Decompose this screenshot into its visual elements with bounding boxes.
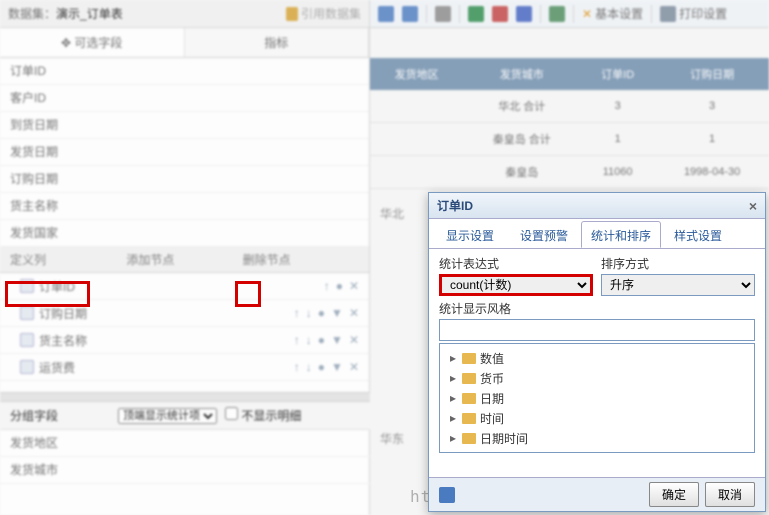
field-item[interactable]: 发货国家 <box>0 220 369 247</box>
close-icon[interactable]: × <box>749 198 757 214</box>
highlight-action-icon <box>235 281 261 307</box>
tree-node-datetime[interactable]: ▸日期时间 <box>444 428 750 448</box>
dialog-title-bar[interactable]: 订单ID × <box>429 193 765 219</box>
table-row: 华北 合计33 <box>370 90 769 123</box>
tree-node-time[interactable]: ▸时间 <box>444 408 750 428</box>
field-list: 订单ID 客户ID 到货日期 发货日期 订购日期 货主名称 发货国家 <box>0 58 369 247</box>
tab-indicator[interactable]: 指标 <box>185 28 370 57</box>
dataset-name: 演示_订单表 <box>56 0 123 28</box>
field-item[interactable]: 到货日期 <box>0 112 369 139</box>
remove-node-button[interactable]: 删除节点 <box>243 247 359 272</box>
print-settings-button[interactable]: 打印设置 <box>660 5 727 22</box>
dataset-label: 数据集： <box>8 0 56 28</box>
field-item[interactable]: 订单ID <box>0 58 369 85</box>
tree-item[interactable]: 运货费 ↑↓●▼✕ <box>0 354 369 381</box>
doc-icon <box>20 333 34 347</box>
export-icon[interactable] <box>549 6 565 22</box>
group-field-item[interactable]: 发货城市 <box>0 457 370 484</box>
custom-columns-header: 定义列 添加节点 删除节点 <box>0 247 369 273</box>
folder-icon <box>462 433 476 444</box>
group-display-select[interactable]: 顶端显示统计项 <box>118 408 217 424</box>
format-tree[interactable]: ▸数值 ▸货币 ▸日期 ▸时间 ▸日期时间 <box>439 343 755 453</box>
add-node-button[interactable]: 添加节点 <box>126 247 242 272</box>
tree-controls[interactable]: ↑↓●▼✕ <box>294 360 359 374</box>
field-item[interactable]: 货主名称 <box>0 193 369 220</box>
tab-display-settings[interactable]: 显示设置 <box>433 221 507 248</box>
style-label: 统计显示风格 <box>439 300 755 317</box>
folder-icon <box>462 393 476 404</box>
left-tabs: ✥ 可选字段 指标 <box>0 28 369 58</box>
tab-alert-settings[interactable]: 设置预警 <box>507 221 581 248</box>
field-item[interactable]: 客户ID <box>0 85 369 112</box>
folder-icon <box>462 373 476 384</box>
import-dataset-button[interactable]: 引用数据集 <box>286 0 361 28</box>
tab-stats-sort[interactable]: 统计和排序 <box>581 221 661 248</box>
field-item[interactable]: 订购日期 <box>0 166 369 193</box>
tree-node-date[interactable]: ▸日期 <box>444 388 750 408</box>
tab-optional-fields[interactable]: ✥ 可选字段 <box>0 28 185 57</box>
folder-icon <box>462 413 476 424</box>
folder-icon <box>462 353 476 364</box>
data-table: 发货地区 发货城市 订单ID 订购日期 华北 合计33 秦皇岛 合计11 秦皇岛… <box>370 58 769 189</box>
field-item[interactable]: 发货日期 <box>0 139 369 166</box>
ok-button[interactable]: 确定 <box>649 482 699 507</box>
tree-controls[interactable]: ↑↓●▼✕ <box>294 333 359 347</box>
dialog-footer: 确定 取消 <box>429 477 765 511</box>
basic-settings-button[interactable]: ✕基本设置 <box>582 5 643 22</box>
help-icon[interactable] <box>439 487 455 503</box>
hide-detail-checkbox[interactable]: 不显示明细 <box>225 407 301 424</box>
toolbar: ✕基本设置 打印设置 <box>370 0 769 28</box>
tree-item[interactable]: 货主名称 ↑↓●▼✕ <box>0 327 369 354</box>
table-row: 秦皇岛 合计11 <box>370 123 769 156</box>
print-icon[interactable] <box>435 6 451 22</box>
region-label: 华东 <box>380 430 404 447</box>
pdf-icon[interactable] <box>492 6 508 22</box>
tab-style-settings[interactable]: 样式设置 <box>661 221 735 248</box>
dataset-row: 数据集： 演示_订单表 引用数据集 <box>0 0 369 28</box>
cancel-button[interactable]: 取消 <box>705 482 755 507</box>
table-header[interactable]: 订单ID <box>580 58 655 90</box>
highlight-order-id <box>5 281 90 307</box>
tree-controls[interactable]: ↑↓●▼✕ <box>294 306 359 320</box>
save-icon[interactable] <box>378 6 394 22</box>
tree-node-currency[interactable]: ▸货币 <box>444 368 750 388</box>
table-row: 秦皇岛110601998-04-30 <box>370 156 769 189</box>
word-icon[interactable] <box>516 6 532 22</box>
stat-expression-select[interactable]: count(计数) <box>439 274 593 296</box>
database-icon <box>286 7 298 21</box>
dialog-title: 订单ID <box>437 197 473 214</box>
group-field-item[interactable]: 发货地区 <box>0 430 370 457</box>
column-settings-dialog: 订单ID × 显示设置 设置预警 统计和排序 样式设置 统计表达式 count(… <box>428 192 766 512</box>
sort-order-select[interactable]: 升序 <box>601 274 755 296</box>
table-header[interactable]: 发货城市 <box>463 58 580 90</box>
doc-icon <box>20 306 34 320</box>
doc-icon <box>20 360 34 374</box>
tree-node-number[interactable]: ▸数值 <box>444 348 750 368</box>
dialog-tabs: 显示设置 设置预警 统计和排序 样式设置 <box>429 219 765 249</box>
table-header[interactable]: 发货地区 <box>370 58 463 90</box>
save-as-icon[interactable] <box>402 6 418 22</box>
tree-controls[interactable]: ↑●✕ <box>324 279 359 293</box>
region-label: 华北 <box>380 205 404 222</box>
display-style-input[interactable] <box>439 319 755 341</box>
sort-label: 排序方式 <box>601 255 755 272</box>
expr-label: 统计表达式 <box>439 255 593 272</box>
excel-icon[interactable] <box>468 6 484 22</box>
group-field-row: 分组字段 顶端显示统计项 不显示明细 <box>0 402 370 430</box>
table-header[interactable]: 订购日期 <box>655 58 769 90</box>
